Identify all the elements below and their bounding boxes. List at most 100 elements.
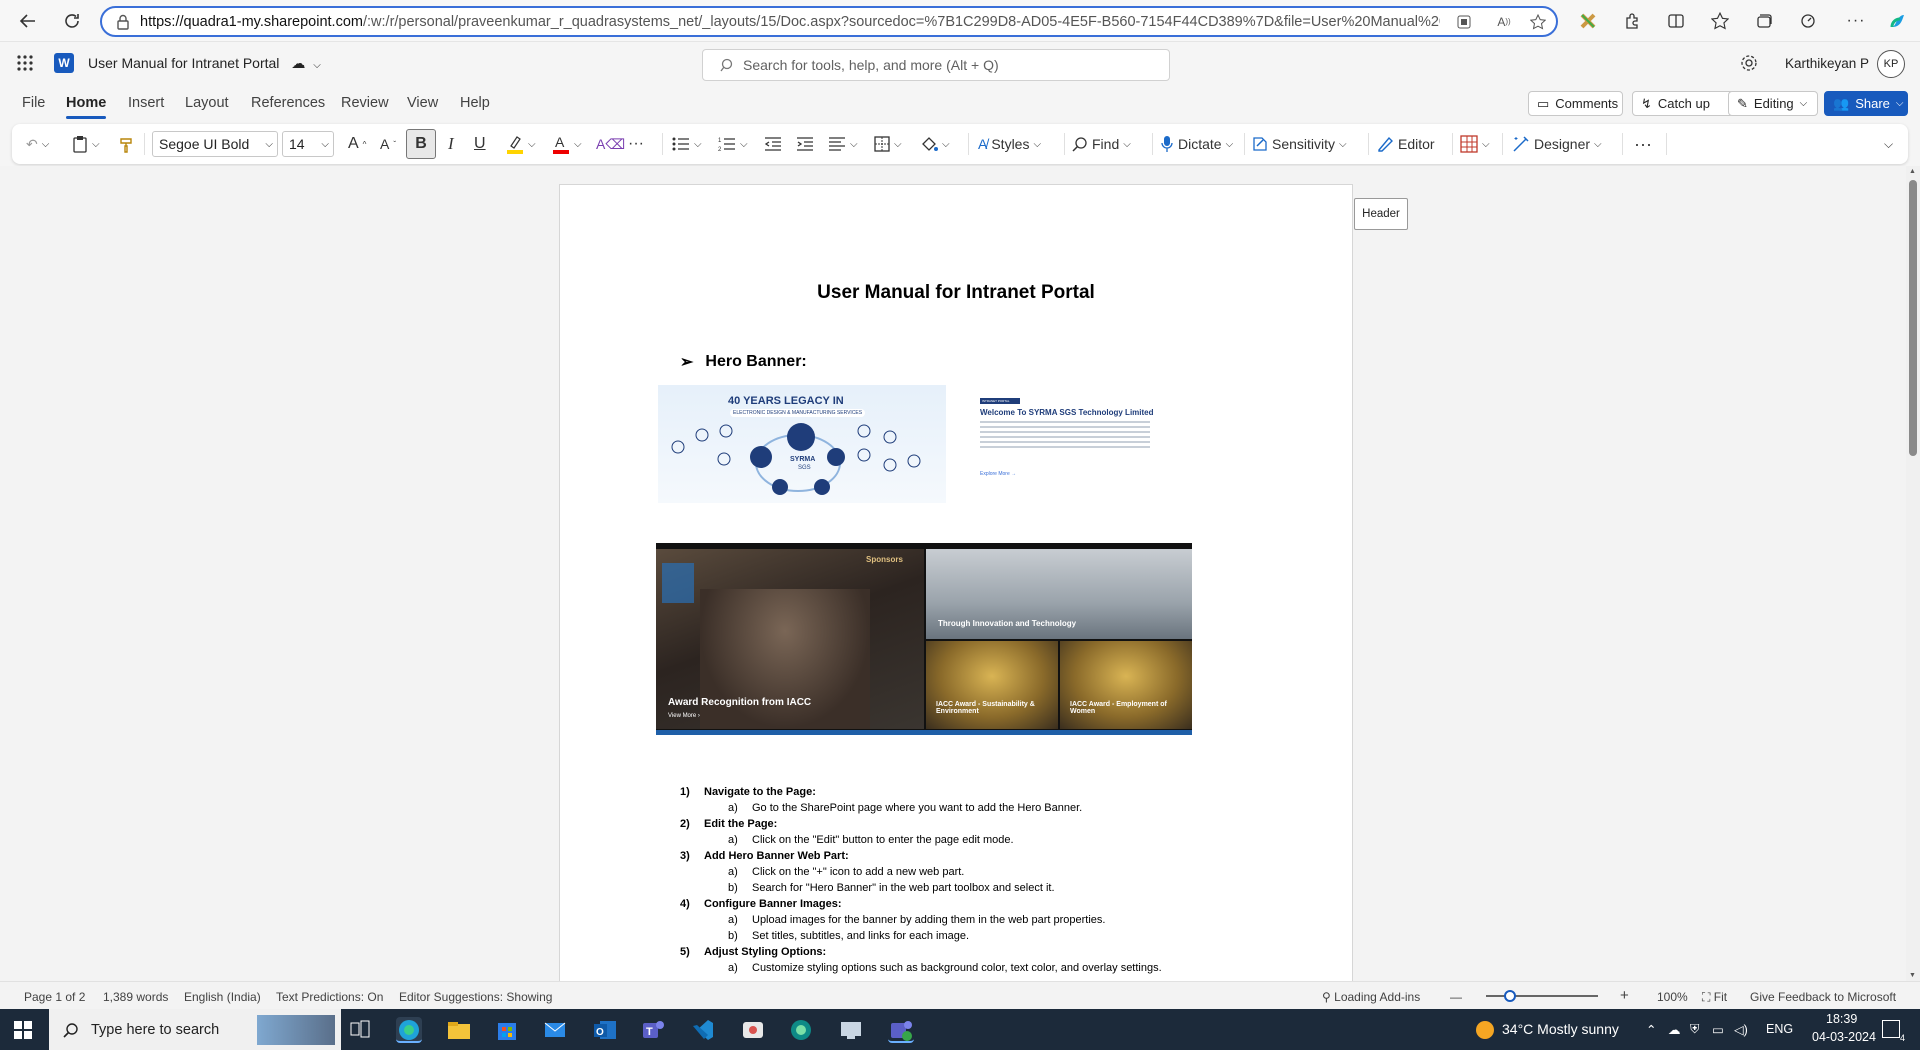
- share-button[interactable]: 👥 Share ⌵: [1824, 91, 1908, 116]
- chevron-down-icon[interactable]: ⌵: [313, 60, 321, 71]
- clear-formatting-icon[interactable]: A⌫: [596, 132, 625, 156]
- store-icon[interactable]: [494, 1017, 520, 1043]
- shading-button[interactable]: ⌵: [920, 132, 950, 156]
- sub-list-item[interactable]: a) Customize styling options such as back…: [680, 960, 1280, 976]
- paste-button[interactable]: ⌵: [72, 132, 100, 156]
- dictate-button[interactable]: Dictate ⌵: [1160, 132, 1233, 156]
- sensitivity-button[interactable]: Sensitivity ⌵: [1252, 132, 1347, 156]
- more-font-options-icon[interactable]: ···: [628, 132, 644, 156]
- addins-status[interactable]: ⚲ Loading Add-ins: [1322, 990, 1420, 1004]
- zoom-slider-thumb[interactable]: [1504, 990, 1516, 1002]
- read-aloud-icon[interactable]: A)): [1490, 8, 1518, 35]
- list-item[interactable]: 2) Edit the Page:: [680, 816, 1280, 832]
- find-button[interactable]: Find ⌵: [1072, 132, 1131, 156]
- copilot-icon[interactable]: [1882, 5, 1914, 37]
- app-available-icon[interactable]: [1450, 8, 1478, 35]
- document-heading[interactable]: User Manual for Intranet Portal: [559, 282, 1353, 304]
- settings-gear-icon[interactable]: [1740, 54, 1758, 72]
- section-heading[interactable]: ➢ Hero Banner:: [680, 352, 807, 372]
- wifi-tray-icon[interactable]: ▭: [1712, 1022, 1724, 1037]
- font-color-button[interactable]: A ⌵: [552, 132, 582, 156]
- banner-image-welcome[interactable]: INTRANET PORTAL Welcome To SYRMA SGS Tec…: [980, 398, 1160, 508]
- tab-layout[interactable]: Layout: [185, 95, 229, 111]
- zoom-slider[interactable]: [1486, 995, 1598, 997]
- tab-view[interactable]: View: [407, 95, 438, 111]
- search-box[interactable]: Search for tools, help, and more (Alt + …: [702, 49, 1170, 81]
- weather-sun-icon[interactable]: [1474, 1019, 1496, 1041]
- weather-status[interactable]: 34°C Mostly sunny: [1502, 1021, 1619, 1037]
- decrease-indent-icon[interactable]: [764, 132, 782, 156]
- zoom-in-icon[interactable]: +: [1620, 987, 1629, 1004]
- tab-file[interactable]: File: [22, 95, 45, 111]
- defender-tray-icon[interactable]: ⛨: [1690, 1022, 1699, 1037]
- list-item[interactable]: 3) Add Hero Banner Web Part:: [680, 848, 1280, 864]
- styles-button[interactable]: A̸ Styles ⌵: [978, 132, 1041, 156]
- windows-start-icon[interactable]: [14, 1021, 32, 1039]
- word-count[interactable]: 1,389 words: [103, 990, 168, 1004]
- network-tray-icon[interactable]: ☁: [1668, 1022, 1681, 1037]
- addins-button[interactable]: ⌵: [1460, 132, 1490, 156]
- grow-font-icon[interactable]: A ^: [348, 132, 366, 156]
- sub-list-item[interactable]: a) Go to the SharePoint page where you wa…: [680, 800, 1280, 816]
- tab-references[interactable]: References: [251, 95, 325, 111]
- sub-list-item[interactable]: a) Click on the "+" icon to add a new web…: [680, 864, 1280, 880]
- zoom-level[interactable]: 100%: [1657, 990, 1688, 1004]
- favorites-icon[interactable]: [1704, 5, 1736, 37]
- mail-icon[interactable]: [542, 1017, 568, 1043]
- url-text[interactable]: https://quadra1-my.sharepoint.com/:w:/r/…: [140, 14, 1440, 30]
- list-item[interactable]: 4) Configure Banner Images:: [680, 896, 1280, 912]
- show-hidden-icons-icon[interactable]: ⌃: [1646, 1022, 1656, 1037]
- numbering-button[interactable]: 1 2 ⌵: [718, 132, 748, 156]
- undo-button[interactable]: ↶ ⌵: [26, 132, 49, 156]
- edge-dev-icon[interactable]: [788, 1017, 814, 1043]
- format-painter-button[interactable]: [118, 132, 136, 156]
- sub-list-item[interactable]: a) Upload images for the banner by adding…: [680, 912, 1280, 928]
- shrink-font-icon[interactable]: Aˇ: [380, 132, 396, 156]
- more-options-icon[interactable]: ···: [1634, 132, 1652, 156]
- outlook-icon[interactable]: O: [592, 1017, 618, 1043]
- tab-insert[interactable]: Insert: [128, 95, 164, 111]
- taskbar-search[interactable]: Type here to search: [49, 1009, 341, 1050]
- header-tag[interactable]: Header: [1354, 198, 1408, 230]
- editor-button[interactable]: Editor: [1376, 132, 1435, 156]
- document-title[interactable]: User Manual for Intranet Portal ☁ ⌵: [88, 55, 321, 72]
- vertical-scrollbar[interactable]: ▲ ▼: [1906, 166, 1920, 981]
- extensions-icon[interactable]: [1616, 5, 1648, 37]
- snipping-tool-icon[interactable]: [740, 1017, 766, 1043]
- highlight-button[interactable]: ⌵: [506, 132, 536, 156]
- increase-indent-icon[interactable]: [796, 132, 814, 156]
- scroll-up-icon[interactable]: ▲: [1909, 168, 1916, 175]
- sub-list-item[interactable]: b) Set titles, subtitles, and links for e…: [680, 928, 1280, 944]
- back-icon[interactable]: [10, 5, 46, 37]
- tab-help[interactable]: Help: [460, 95, 490, 111]
- file-explorer-icon[interactable]: [446, 1017, 472, 1043]
- favorite-star-icon[interactable]: [1524, 8, 1552, 35]
- notification-center-icon[interactable]: 4: [1882, 1020, 1905, 1043]
- teams-icon[interactable]: T: [640, 1017, 666, 1043]
- feedback-link[interactable]: Give Feedback to Microsoft: [1750, 990, 1896, 1004]
- view-more-link[interactable]: View More ›: [668, 713, 700, 719]
- scrollbar-thumb[interactable]: [1909, 180, 1917, 456]
- vscode-icon[interactable]: [690, 1017, 716, 1043]
- sub-list-item[interactable]: a) Click on the "Edit" button to enter th…: [680, 832, 1280, 848]
- list-item[interactable]: 5) Adjust Styling Options:: [680, 944, 1280, 960]
- align-button[interactable]: ⌵: [828, 132, 858, 156]
- font-size-select[interactable]: 14 ⌵: [282, 131, 334, 157]
- task-view-icon[interactable]: [350, 1019, 370, 1039]
- borders-button[interactable]: ⌵: [874, 132, 902, 156]
- editing-mode-button[interactable]: ✎ Editing ⌵: [1728, 91, 1818, 116]
- comments-button[interactable]: ▭ Comments: [1528, 91, 1623, 116]
- more-menu-icon[interactable]: ···: [1840, 5, 1872, 37]
- explore-more-link[interactable]: Explore More →: [980, 471, 1160, 477]
- underline-button[interactable]: U: [474, 132, 486, 156]
- extension-pinned-icon[interactable]: [1572, 5, 1604, 37]
- scroll-down-icon[interactable]: ▼: [1909, 972, 1916, 979]
- text-predictions-status[interactable]: Text Predictions: On: [276, 990, 383, 1004]
- font-name-select[interactable]: Segoe UI Bold ⌵: [152, 131, 278, 157]
- catch-up-button[interactable]: ↯ Catch up: [1632, 91, 1734, 116]
- tab-home[interactable]: Home: [66, 95, 107, 119]
- italic-button[interactable]: I: [448, 132, 454, 156]
- teams-active-icon[interactable]: [888, 1017, 914, 1043]
- lock-icon[interactable]: [116, 14, 130, 30]
- volume-tray-icon[interactable]: ◁): [1734, 1022, 1748, 1037]
